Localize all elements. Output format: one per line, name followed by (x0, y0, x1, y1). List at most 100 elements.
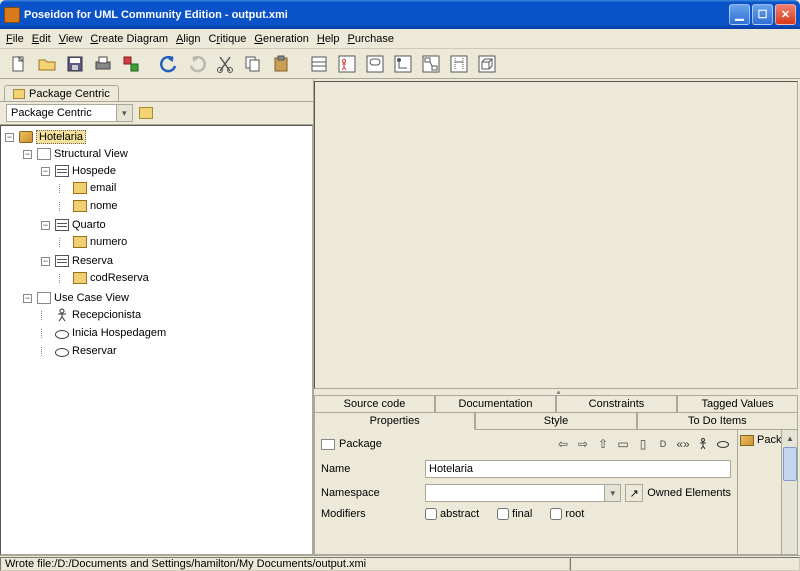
final-checkbox[interactable]: final (497, 508, 532, 520)
menu-align[interactable]: Align (176, 33, 200, 45)
state-diagram-button[interactable] (362, 51, 388, 77)
window-title: Poseidon for UML Community Edition - out… (24, 9, 729, 21)
folder-button[interactable] (139, 107, 153, 119)
folder-icon (37, 292, 51, 304)
deployment-diagram-button[interactable] (474, 51, 500, 77)
tab-documentation[interactable]: Documentation (435, 395, 556, 413)
nav-back-icon[interactable]: ⇦ (555, 436, 571, 452)
menu-file[interactable]: File (6, 33, 24, 45)
stereotype-tool-icon[interactable]: «» (675, 436, 691, 452)
class-icon (55, 219, 69, 231)
cut-button[interactable] (212, 51, 238, 77)
menu-help[interactable]: Help (317, 33, 340, 45)
paste-button[interactable] (268, 51, 294, 77)
print-button[interactable] (90, 51, 116, 77)
title-bar: Poseidon for UML Community Edition - out… (0, 0, 800, 29)
folder-icon (37, 148, 51, 160)
status-bar: Wrote file:/D:/Documents and Settings/ha… (0, 555, 800, 571)
scroll-up-icon[interactable]: ▲ (782, 430, 798, 446)
new-button[interactable] (6, 51, 32, 77)
tree-node-email[interactable]: email (59, 180, 310, 196)
menu-create-diagram[interactable]: Create Diagram (90, 33, 168, 45)
menu-edit[interactable]: Edit (32, 33, 51, 45)
scroll-thumb[interactable] (783, 447, 797, 481)
tree-node-hospede[interactable]: − Hospede (41, 163, 310, 179)
tree-label: numero (90, 236, 127, 248)
menu-view[interactable]: View (59, 33, 83, 45)
tree-node-hotelaria[interactable]: − Hotelaria (5, 129, 310, 145)
name-input[interactable] (425, 460, 731, 478)
collapse-icon[interactable]: − (41, 221, 50, 230)
tab-style[interactable]: Style (475, 412, 636, 430)
tree-label: codReserva (90, 272, 149, 284)
tab-package-centric[interactable]: Package Centric (4, 85, 119, 102)
activity-diagram-button[interactable] (390, 51, 416, 77)
menu-generation[interactable]: Generation (254, 33, 308, 45)
tab-properties[interactable]: Properties (314, 412, 475, 430)
open-button[interactable] (34, 51, 60, 77)
class-tool-icon[interactable]: ▭ (615, 436, 631, 452)
collab-diagram-button[interactable] (418, 51, 444, 77)
collapse-icon[interactable]: − (5, 133, 14, 142)
abstract-checkbox[interactable]: abstract (425, 508, 479, 520)
tree-label: Structural View (54, 148, 128, 160)
vertical-scrollbar[interactable]: ▲ (781, 430, 797, 554)
tree-node-usecase-view[interactable]: − Use Case View (23, 290, 310, 306)
tree-node-numero[interactable]: numero (59, 234, 310, 250)
collapse-icon[interactable]: − (23, 294, 32, 303)
minimize-button[interactable]: ▁ (729, 4, 750, 25)
goto-button[interactable]: ↗ (625, 484, 643, 502)
owned-item-label: Pack (757, 434, 781, 446)
actor-icon (55, 308, 69, 322)
sequence-diagram-button[interactable] (446, 51, 472, 77)
undo-button[interactable] (156, 51, 182, 77)
package-tool-icon[interactable]: ▯ (635, 436, 651, 452)
tab-source-code[interactable]: Source code (314, 395, 435, 413)
generate-button[interactable] (118, 51, 144, 77)
close-button[interactable]: ✕ (775, 4, 796, 25)
nav-forward-icon[interactable]: ⇨ (575, 436, 591, 452)
redo-button[interactable] (184, 51, 210, 77)
attribute-icon (73, 200, 87, 212)
owned-elements-list[interactable]: Pack ▲ (737, 430, 797, 554)
copy-button[interactable] (240, 51, 266, 77)
tree-label: Use Case View (54, 292, 129, 304)
actor-tool-icon[interactable] (695, 436, 711, 452)
nav-up-icon[interactable]: ⇧ (595, 436, 611, 452)
tab-constraints[interactable]: Constraints (556, 395, 677, 413)
tree-area[interactable]: − Hotelaria − Structural View (0, 125, 313, 555)
root-checkbox[interactable]: root (550, 508, 584, 520)
collapse-icon[interactable]: − (41, 257, 50, 266)
maximize-button[interactable]: ☐ (752, 4, 773, 25)
collapse-icon[interactable]: − (23, 150, 32, 159)
namespace-combo[interactable] (425, 484, 621, 502)
folder-icon (13, 89, 25, 99)
tree-node-codreserva[interactable]: codReserva (59, 270, 310, 286)
tree-label: Hospede (72, 165, 116, 177)
class-icon (55, 165, 69, 177)
tree-node-reservar[interactable]: Reservar (41, 343, 310, 359)
dropdown-icon[interactable] (116, 105, 132, 121)
menu-purchase[interactable]: Purchase (348, 33, 394, 45)
tree-node-nome[interactable]: nome (59, 198, 310, 214)
menu-critique[interactable]: Critique (209, 33, 247, 45)
tree-node-recepcionista[interactable]: Recepcionista (41, 307, 310, 323)
tree-node-quarto[interactable]: − Quarto (41, 217, 310, 233)
datatype-tool-icon[interactable]: D (655, 436, 671, 452)
tree-node-structural-view[interactable]: − Structural View (23, 146, 310, 162)
tree-label: Recepcionista (72, 309, 141, 321)
save-button[interactable] (62, 51, 88, 77)
toolbar (0, 49, 800, 79)
view-selector[interactable]: Package Centric (6, 104, 133, 122)
usecase-diagram-button[interactable] (334, 51, 360, 77)
package-icon (19, 131, 33, 143)
tab-todo[interactable]: To Do Items (637, 412, 798, 430)
dropdown-icon[interactable] (604, 485, 620, 501)
collapse-icon[interactable]: − (41, 167, 50, 176)
class-diagram-button[interactable] (306, 51, 332, 77)
tree-node-inicia-hospedagem[interactable]: Inicia Hospedagem (41, 325, 310, 341)
tab-tagged-values[interactable]: Tagged Values (677, 395, 798, 413)
tree-node-reserva[interactable]: − Reserva (41, 253, 310, 269)
usecase-tool-icon[interactable] (715, 436, 731, 452)
diagram-canvas[interactable] (314, 81, 798, 389)
